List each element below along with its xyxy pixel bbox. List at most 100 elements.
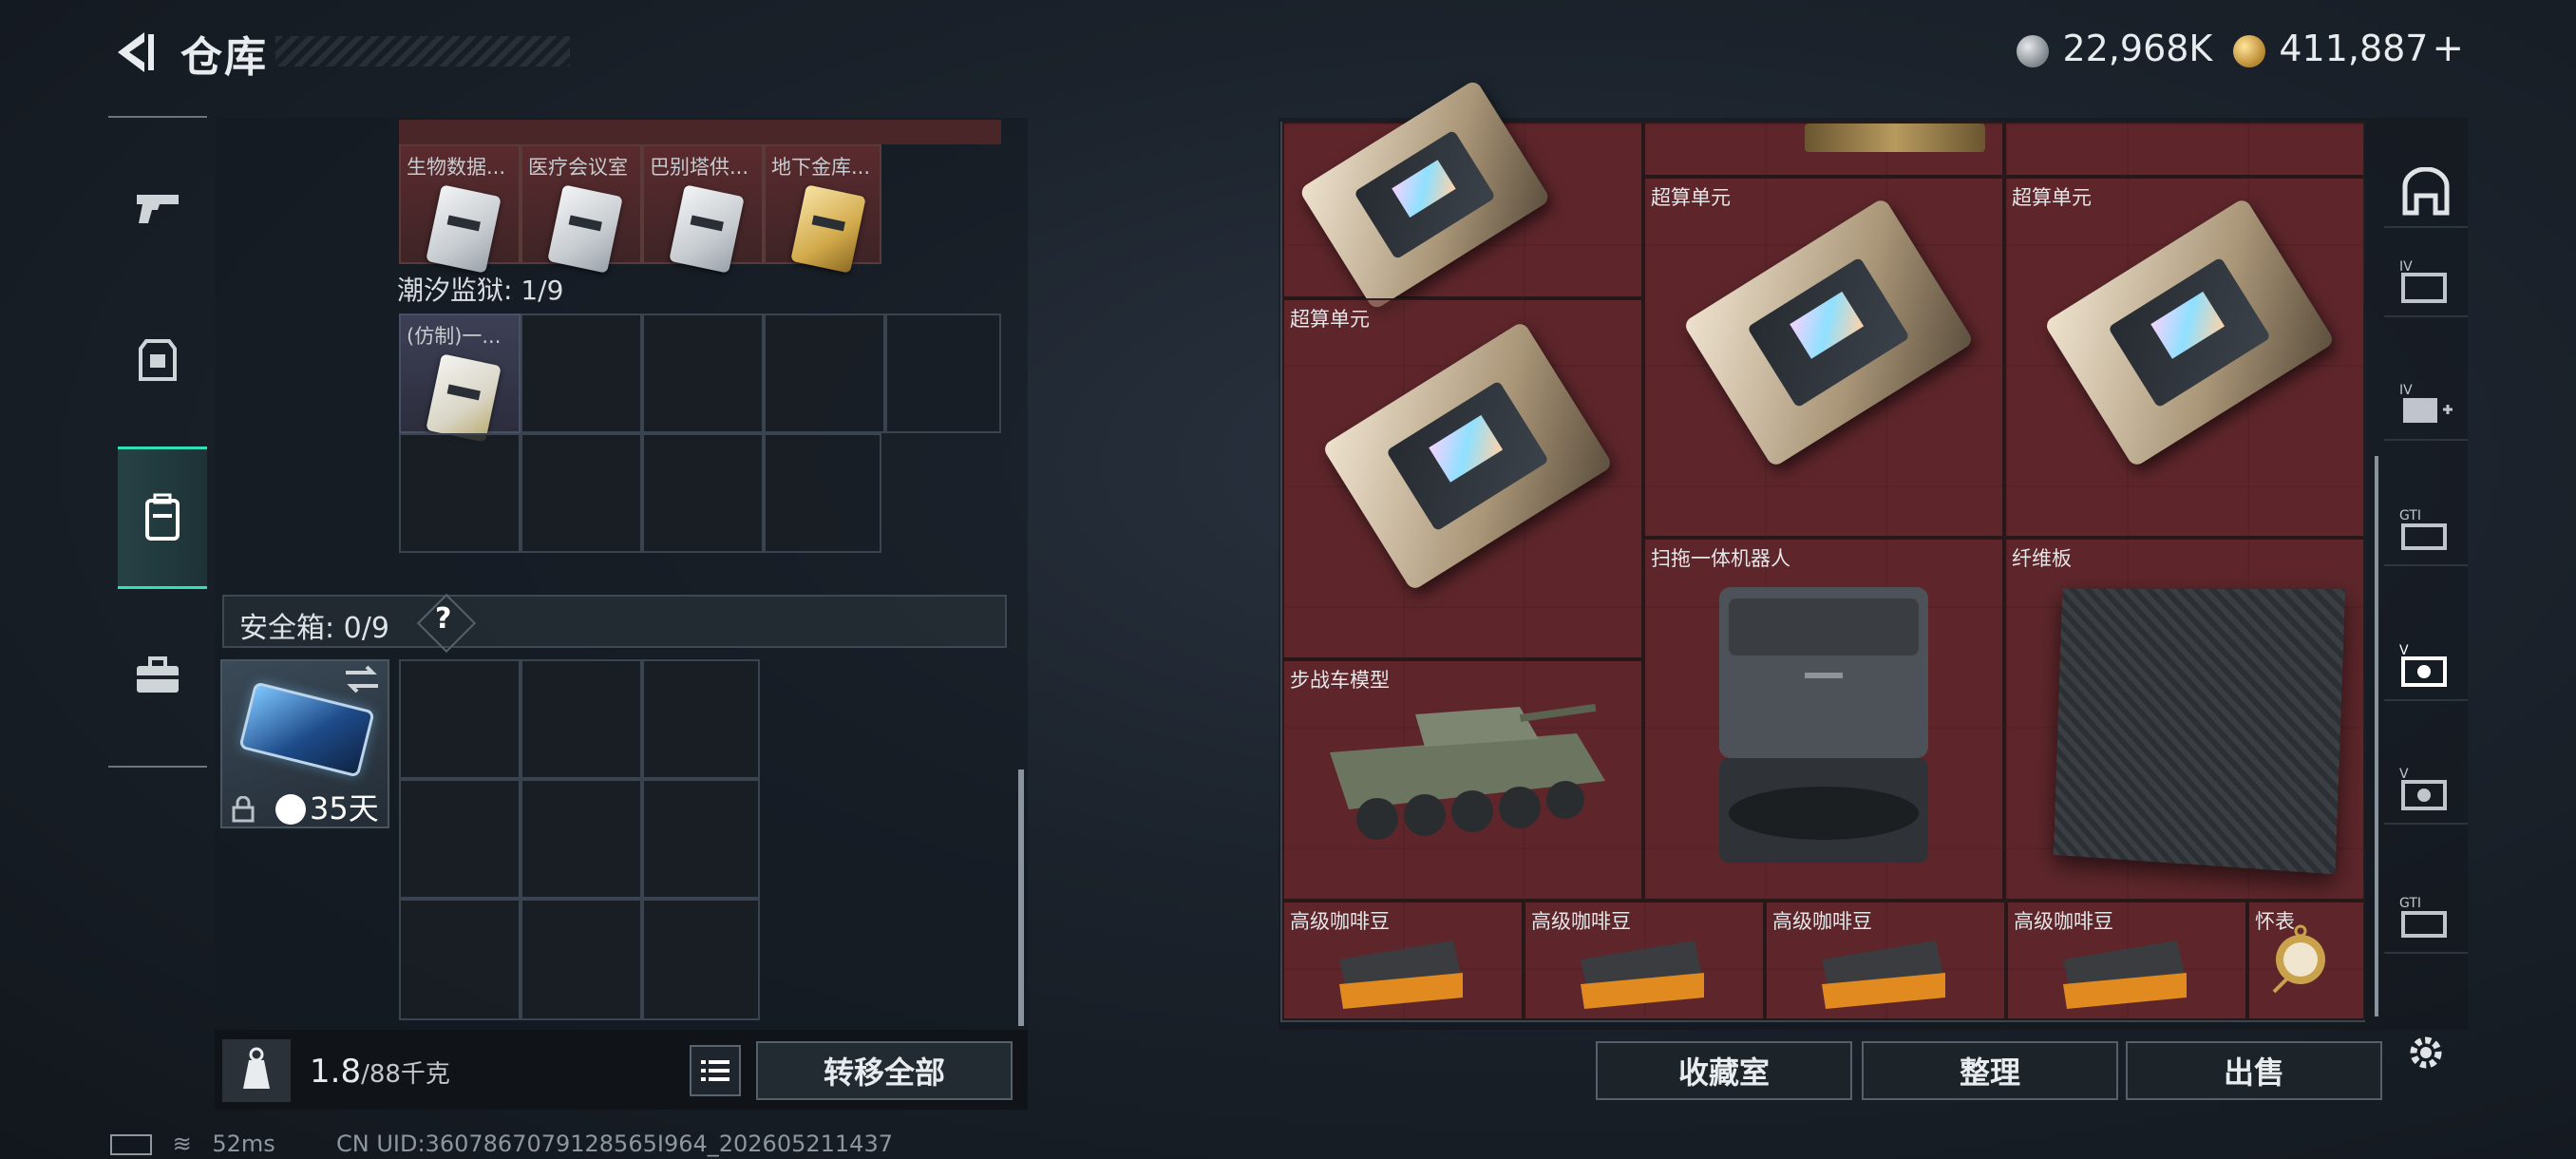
gold-item-image	[1805, 124, 1985, 152]
coffee-bean-image	[1330, 931, 1470, 1011]
keycard-label: 地下金库...	[771, 156, 871, 179]
armor-icon[interactable]	[108, 289, 207, 431]
empty-slot[interactable]	[399, 433, 521, 553]
coffee-bean-image	[1812, 931, 1953, 1011]
safe-box-label: 安全箱: 0/9	[239, 612, 389, 645]
coffee-bean-image	[2054, 931, 2194, 1011]
storage-home-icon[interactable]	[2384, 158, 2468, 228]
scrollbar[interactable]	[1018, 770, 1024, 1026]
transfer-all-button[interactable]: 转移全部	[756, 1041, 1013, 1100]
weight-value: 1.8	[310, 1053, 362, 1091]
keycard-slot[interactable]: 医疗会议室	[521, 144, 642, 274]
keycard-slot[interactable]: 生物数据...	[399, 144, 521, 274]
gti-alt-storage-icon[interactable]: GTI	[2384, 884, 2468, 954]
item-label: 超算单元	[2012, 186, 2092, 209]
empty-slot[interactable]	[642, 779, 760, 899]
storage-tabs-rail: IV IV GTI V V GTI	[2384, 118, 2468, 1117]
collection-room-button[interactable]: 收藏室	[1596, 1041, 1852, 1100]
gold-amount: 411,887	[2279, 28, 2429, 69]
keycard-image	[669, 184, 745, 274]
empty-slot[interactable]	[399, 899, 521, 1020]
keycard-label: 生物数据...	[407, 156, 506, 179]
case-duration: 35天	[310, 790, 379, 826]
lock-icon	[232, 795, 255, 826]
empty-slot[interactable]	[521, 659, 642, 779]
item-label: 纤维板	[2012, 547, 2072, 570]
card-row-top-strip	[399, 120, 1001, 144]
tier4-storage-icon[interactable]: IV	[2384, 247, 2468, 317]
keycard-image	[426, 353, 502, 443]
status-bar: ≋ 52ms	[110, 1130, 275, 1157]
list-view-button[interactable]	[690, 1045, 741, 1096]
empty-slot[interactable]	[764, 433, 881, 553]
pocket-watch-image	[2266, 916, 2329, 998]
user-id: CN UID:3607867079128565I964_202605211437	[336, 1130, 893, 1157]
tank-model-image	[1311, 676, 1615, 876]
svg-text:IV: IV	[2399, 259, 2413, 275]
empty-slot[interactable]	[521, 779, 642, 899]
silver-coin-icon	[2017, 34, 2050, 67]
silver-currency: 22,968K	[2017, 28, 2212, 69]
page-title: 仓库	[180, 33, 268, 82]
empty-slot[interactable]	[521, 433, 642, 553]
empty-slot[interactable]	[642, 899, 760, 1020]
gti-storage-icon[interactable]: GTI	[2384, 496, 2468, 566]
empty-slot[interactable]	[521, 314, 642, 433]
robot-vacuum-image	[1691, 568, 1953, 878]
keycard-slot[interactable]: 巴别塔供...	[642, 144, 764, 274]
pistol-icon[interactable]	[108, 137, 207, 279]
svg-text:GTI: GTI	[2399, 896, 2421, 911]
empty-slot[interactable]	[521, 899, 642, 1020]
battery-icon	[110, 1134, 152, 1155]
keycard-image	[547, 184, 623, 274]
backpack-icon[interactable]	[118, 446, 207, 589]
weight-icon	[222, 1039, 291, 1102]
empty-slot[interactable]	[642, 659, 760, 779]
weight-display: 1.8/88千克	[310, 1053, 450, 1091]
toolbox-icon[interactable]	[108, 604, 207, 747]
empty-slot[interactable]	[642, 433, 764, 553]
item-partial-top[interactable]	[2004, 122, 2365, 177]
empty-slot[interactable]	[642, 314, 764, 433]
gear-icon[interactable]	[2384, 1018, 2468, 1087]
back-arrow-icon[interactable]	[106, 28, 163, 76]
keycard-label: 医疗会议室	[528, 156, 628, 179]
keycard-image	[790, 184, 866, 274]
svg-text:V: V	[2399, 767, 2409, 782]
title-decoration	[275, 36, 570, 66]
ping-value: 52ms	[212, 1130, 275, 1157]
tier5-storage-icon[interactable]: V	[2384, 631, 2468, 701]
empty-slot[interactable]	[399, 779, 521, 899]
fiber-board-image	[2053, 588, 2346, 875]
swap-icon[interactable]	[344, 665, 380, 697]
add-currency-button[interactable]: +	[2432, 27, 2464, 70]
empty-slot[interactable]	[885, 314, 1001, 433]
tide-prison-label: 潮汐监狱: 1/9	[397, 275, 564, 306]
keycard-label: 巴别塔供...	[650, 156, 749, 179]
keycard-label: (仿制)一...	[407, 325, 502, 348]
tier5-alt-storage-icon[interactable]: V	[2384, 754, 2468, 825]
keycard-image	[426, 184, 502, 274]
gold-currency[interactable]: 411,887 +	[2233, 27, 2464, 70]
item-label: 超算单元	[1651, 186, 1731, 209]
svg-text:IV: IV	[2399, 383, 2413, 398]
weight-capacity: /88千克	[361, 1060, 450, 1089]
empty-slot[interactable]	[399, 659, 521, 779]
currency-display: 22,968K 411,887 +	[2017, 27, 2464, 70]
coffee-bean-image	[1571, 931, 1712, 1011]
svg-text:V: V	[2399, 643, 2409, 658]
category-rail	[108, 116, 207, 768]
tier4-add-icon[interactable]: IV	[2384, 370, 2468, 441]
sell-button[interactable]: 出售	[2126, 1041, 2382, 1100]
keycard-slot[interactable]: (仿制)一...	[399, 314, 521, 443]
empty-slot[interactable]	[764, 314, 885, 433]
organize-button[interactable]: 整理	[1862, 1041, 2118, 1100]
item-label: 超算单元	[1290, 308, 1370, 331]
keycard-slot[interactable]: 地下金库...	[764, 144, 881, 274]
clock-icon	[275, 794, 306, 825]
scrollbar[interactable]	[2375, 456, 2378, 1016]
gold-coin-icon	[2233, 34, 2266, 67]
svg-text:GTI: GTI	[2399, 508, 2421, 523]
wifi-icon: ≋	[172, 1130, 192, 1157]
help-icon[interactable]: ?	[435, 602, 451, 636]
